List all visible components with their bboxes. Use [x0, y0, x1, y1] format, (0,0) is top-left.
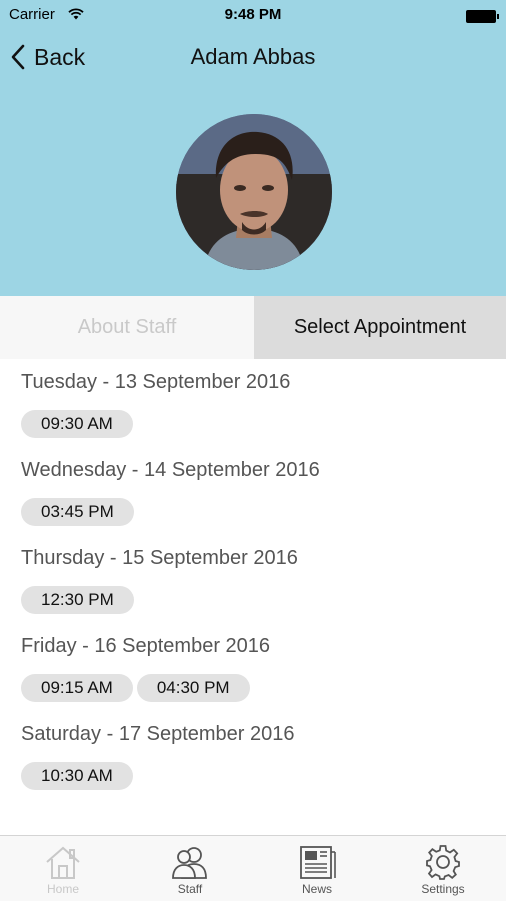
day-group: Friday - 16 September 2016 09:15 AM 04:3…: [21, 635, 270, 702]
tab-select-appointment[interactable]: Select Appointment: [254, 296, 506, 359]
status-bar: Carrier 9:48 PM: [0, 0, 506, 30]
day-group: Saturday - 17 September 2016 10:30 AM: [21, 723, 295, 790]
day-group: Wednesday - 14 September 2016 03:45 PM: [21, 459, 320, 526]
day-label: Thursday - 15 September 2016: [21, 547, 298, 569]
segment-tabs: About Staff Select Appointment: [0, 296, 506, 359]
tab-home[interactable]: Home: [0, 836, 126, 901]
day-label: Saturday - 17 September 2016: [21, 723, 295, 745]
tab-settings[interactable]: Settings: [380, 836, 506, 901]
time-slot-button[interactable]: 12:30 PM: [21, 586, 134, 614]
time-slot-button[interactable]: 09:30 AM: [21, 410, 133, 438]
time-slot-button[interactable]: 09:15 AM: [21, 674, 133, 702]
bottom-tab-bar: Home Staff News Settings: [0, 835, 506, 901]
tab-about-staff[interactable]: About Staff: [0, 296, 254, 359]
news-icon: [300, 846, 336, 879]
time-slot-button[interactable]: 04:30 PM: [136, 674, 250, 702]
tab-news-label: News: [301, 882, 332, 896]
page-title: Adam Abbas: [190, 44, 316, 69]
staff-icon: [172, 847, 207, 879]
tab-staff-label: Staff: [177, 882, 203, 896]
day-label: Friday - 16 September 2016: [21, 635, 271, 657]
battery-icon: [466, 10, 499, 23]
tab-news[interactable]: News: [254, 836, 380, 901]
day-label: Tuesday - 13 September 2016: [21, 371, 291, 393]
tab-staff[interactable]: Staff: [127, 836, 253, 901]
tab-settings-label: Settings: [421, 882, 465, 896]
tab-home-label: Home: [46, 882, 79, 896]
day-group: Tuesday - 13 September 2016 09:30 AM: [21, 371, 290, 438]
profile-header: Carrier 9:48 PM Back Adam Abbas: [0, 0, 506, 296]
clock: 9:48 PM: [224, 6, 282, 23]
day-label: Wednesday - 14 September 2016: [21, 459, 320, 481]
gear-icon: [426, 845, 460, 880]
time-slot-button[interactable]: 03:45 PM: [21, 498, 134, 526]
day-group: Thursday - 15 September 2016 12:30 PM: [21, 547, 298, 614]
time-slot-button[interactable]: 10:30 AM: [21, 762, 133, 790]
home-icon: [46, 846, 80, 879]
avatar: [176, 114, 332, 270]
